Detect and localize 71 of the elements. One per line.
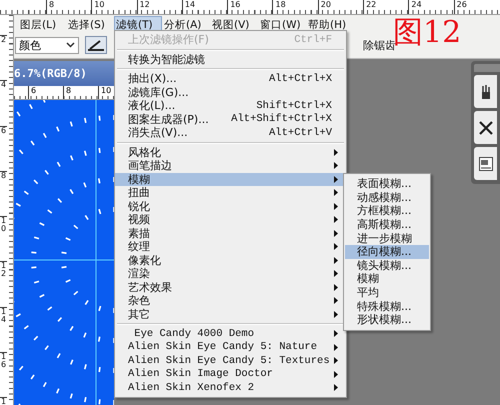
menu-item[interactable]: 特殊模糊... (345, 299, 429, 313)
menu-item[interactable]: 镜头模糊... (345, 258, 429, 272)
ruler-label: 24 (408, 0, 454, 14)
menu-item[interactable]: 方框模糊... (345, 204, 429, 218)
menu-item[interactable]: Eye Candy 4000 Demo (115, 327, 346, 340)
menu-item[interactable]: 平均 (345, 286, 429, 300)
menu-item[interactable]: 素描 (115, 226, 346, 240)
ruler-label: 6 (0, 126, 7, 171)
menu-item[interactable]: Alien Skin Eye Candy 5: Textures (115, 354, 346, 368)
ruler-label: 14 (182, 0, 228, 14)
menu-item[interactable]: 艺术效果 (115, 280, 346, 294)
menu-title[interactable]: 窗口(W) (258, 16, 306, 32)
document-title: 6.7%(RGB/8) (14, 61, 114, 86)
ruler-label: 6 (28, 86, 63, 99)
ruler-label: 14 (0, 306, 7, 352)
panel-dock-grip[interactable] (474, 64, 500, 72)
menu-title[interactable]: 视图(V) (210, 16, 258, 32)
menu-item[interactable]: 动感模糊... (345, 190, 429, 204)
tools-icon[interactable] (474, 111, 497, 144)
ruler-label: 22 (363, 0, 408, 14)
menu-item[interactable]: 径向模糊... (345, 244, 429, 259)
ruler-label: 16 (0, 352, 7, 398)
menu-title[interactable]: 选择(S) (66, 16, 114, 32)
ruler-label: 2 (0, 35, 7, 80)
menu-item[interactable]: Alien Skin Xenofex 2 (115, 381, 346, 394)
menu-item[interactable]: 进一步模糊 (345, 231, 429, 245)
ruler-label: 8 (46, 0, 92, 14)
menu-item[interactable]: 其它 (115, 308, 346, 321)
menu-item[interactable]: 消失点(V)... Alt+Ctrl+V (115, 126, 346, 140)
ruler-label: 8 (0, 170, 7, 216)
menu-item[interactable]: 高斯模糊... (345, 218, 429, 232)
menu-item[interactable]: 抽出(X)... Alt+Ctrl+X (115, 72, 346, 86)
menu-item[interactable]: 杂色 (115, 294, 346, 308)
ruler-label: 12 (0, 261, 7, 307)
menu-item[interactable]: 表面模糊... (345, 177, 429, 191)
menu-item[interactable]: 扭曲 (115, 186, 346, 200)
menu-item[interactable]: 视频 (115, 213, 346, 226)
menu-item[interactable]: 转换为智能滤镜 (115, 52, 346, 66)
menu-item[interactable]: 渲染 (115, 267, 346, 280)
ruler-label: 18 (272, 0, 318, 14)
gradient-swatch-icon[interactable] (85, 36, 107, 54)
menu-item[interactable]: 风格化 (115, 146, 346, 159)
ruler-label: 26 (454, 0, 499, 14)
antialias-label: 除锯齿 (363, 38, 396, 52)
ruler-label: 10 (91, 0, 137, 14)
menu-item[interactable]: Alien Skin Eye Candy 5: Nature (115, 340, 346, 354)
menu-item[interactable]: 模糊 (115, 172, 346, 186)
menu-item[interactable]: 画笔描边 (115, 159, 346, 172)
menu-item[interactable]: 模糊 (345, 272, 429, 286)
brushes-icon[interactable] (474, 75, 497, 108)
menu-item[interactable]: Alien Skin Image Doctor (115, 368, 346, 381)
menu-title[interactable]: 分析(A) (162, 16, 210, 32)
ruler-label: 16 (227, 0, 272, 14)
chevron-down-icon (66, 42, 75, 48)
ruler-label: 20 (318, 0, 364, 14)
mode-dropdown[interactable]: 颜色 (15, 36, 79, 54)
menu-item[interactable]: 纹理 (115, 240, 346, 254)
ruler-label: 1 (0, 397, 7, 405)
menu-item[interactable]: 锐化 (115, 200, 346, 213)
menu-item[interactable]: 液化(L)... Shift+Ctrl+X (115, 99, 346, 112)
menu-item[interactable]: 像素化 (115, 254, 346, 267)
ruler-label: 4 (0, 80, 7, 126)
ruler-label: 10 (0, 216, 7, 262)
menu-title[interactable]: 滤镜(T) (114, 16, 162, 32)
menu-item[interactable]: 图案生成器(P)... Alt+Shift+Ctrl+X (115, 112, 346, 126)
menu-title[interactable]: 帮助(H) (306, 16, 354, 32)
menu-item[interactable]: 形状模糊... (345, 312, 429, 327)
ruler-label: 8 (63, 86, 98, 99)
menu-title[interactable]: 图层(L) (18, 16, 66, 32)
panel-icon[interactable] (474, 147, 497, 180)
ruler-label: 12 (136, 0, 182, 14)
